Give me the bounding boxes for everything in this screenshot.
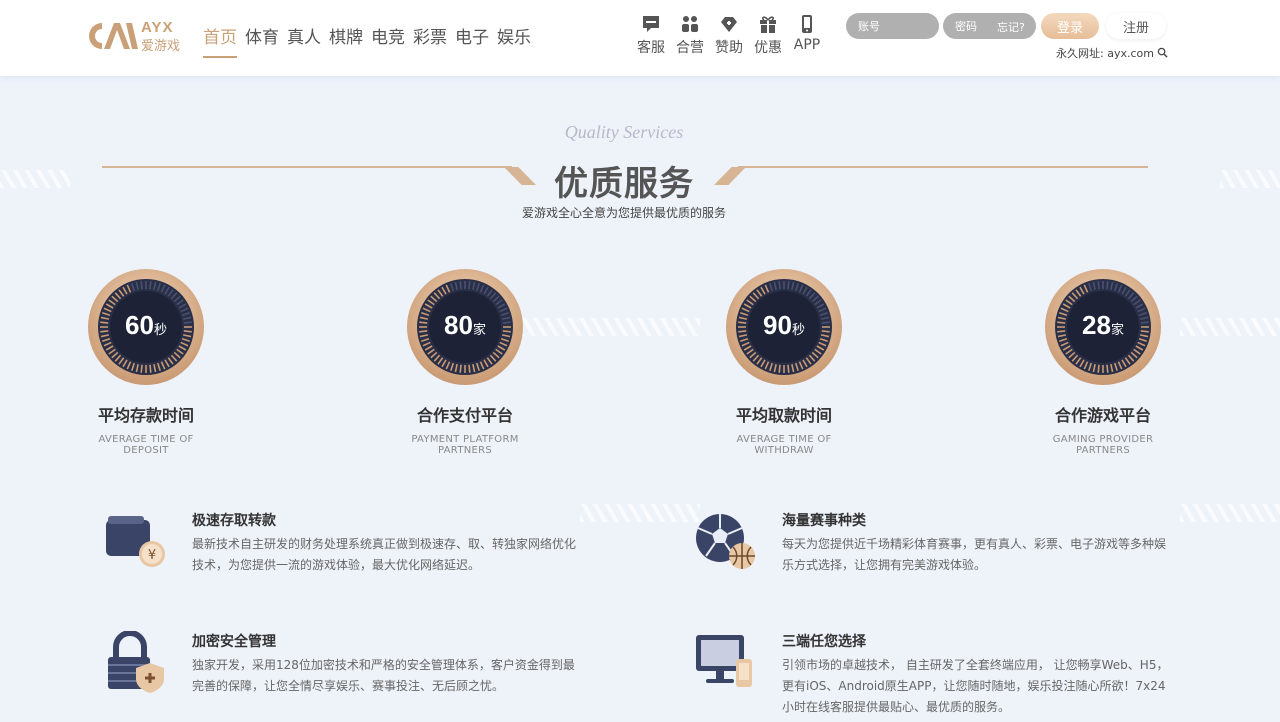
- stat-number: 60: [125, 310, 154, 340]
- quick-label: 赞助: [715, 40, 743, 56]
- stat-card: 90秒 平均取款时间 AVERAGE TIME OF WITHDRAW: [684, 268, 884, 456]
- section-script-title: Quality Services: [564, 122, 684, 142]
- search-icon: [1158, 47, 1169, 58]
- svg-text:¥: ¥: [148, 548, 156, 563]
- partner-icon: [682, 16, 698, 32]
- quick-label: 合营: [676, 40, 704, 56]
- nav-item-entertainment[interactable]: 娱乐: [497, 23, 531, 56]
- login-button[interactable]: 登录: [1041, 13, 1099, 39]
- gift-icon: [760, 16, 776, 33]
- sponsor-icon: [721, 17, 737, 32]
- logo-text-en: AYX: [141, 19, 174, 36]
- stat-value: 28家: [1044, 310, 1162, 341]
- stat-subtitle-en: AVERAGE TIME OF DEPOSIT: [98, 434, 194, 456]
- chat-icon: [643, 16, 659, 32]
- feature-title: 三端任您选择: [782, 634, 866, 650]
- stat-number: 80: [444, 310, 473, 340]
- nav-item-slots[interactable]: 电子: [455, 23, 489, 56]
- nav-item-chess[interactable]: 棋牌: [329, 23, 363, 56]
- logo-text-cn: 爱游戏: [141, 39, 181, 54]
- register-button[interactable]: 注册: [1106, 13, 1166, 39]
- feature-title: 海量赛事种类: [782, 513, 866, 529]
- nav-item-lottery[interactable]: 彩票: [413, 23, 447, 56]
- permanent-url[interactable]: 永久网址: ayx.com: [1056, 45, 1169, 61]
- stat-subtitle-en: PAYMENT PLATFORM PARTNERS: [411, 434, 519, 456]
- stat-unit: 秒: [153, 323, 167, 338]
- multi-device-icon: [696, 635, 752, 687]
- feature-description: 最新技术自主研发的财务处理系统真正做到极速存、取、转独家网络优化技术，为您提供一…: [192, 537, 577, 572]
- stat-dial: 60秒: [87, 268, 205, 386]
- nav-item-esports[interactable]: 电竞: [371, 23, 405, 56]
- stat-card: 80家 合作支付平台 PAYMENT PLATFORM PARTNERS: [365, 268, 565, 456]
- quick-label: 优惠: [754, 40, 782, 56]
- stat-value: 80家: [406, 310, 524, 341]
- nav-item-home[interactable]: 首页: [203, 23, 237, 58]
- login-form: 忘记? 登录 注册: [846, 13, 1166, 39]
- stat-card: 60秒 平均存款时间 AVERAGE TIME OF DEPOSIT: [46, 268, 246, 456]
- bg-stripe: [580, 504, 700, 522]
- sports-balls-icon: [696, 514, 755, 569]
- stat-unit: 秒: [791, 323, 805, 338]
- forgot-password-link[interactable]: 忘记?: [997, 19, 1025, 35]
- stat-title: 合作支付平台: [416, 406, 513, 425]
- quick-item-app[interactable]: APP: [792, 14, 822, 57]
- quick-item-promo[interactable]: 优惠: [753, 14, 783, 57]
- phone-icon: [802, 15, 812, 33]
- wallet-icon: ¥: [106, 516, 165, 567]
- feature-description: 每天为您提供近千场精彩体育赛事，更有真人、彩票、电子游戏等多种娱乐方式选择，让您…: [782, 537, 1167, 572]
- site-header: AYX 爱游戏 首页 体育 真人 棋牌 电竞 彩票 电子 娱乐 客服 合营 赞助…: [0, 0, 1280, 76]
- stat-title: 合作游戏平台: [1054, 406, 1151, 425]
- section-title: 优质服务: [554, 164, 694, 204]
- quick-item-partner[interactable]: 合营: [675, 14, 705, 57]
- logo-mark-icon: [89, 23, 138, 49]
- quick-links: 客服 合营 赞助 优惠 APP: [636, 14, 822, 57]
- stat-title: 平均存款时间: [97, 406, 194, 425]
- stat-unit: 家: [1110, 323, 1124, 338]
- stat-dial: 90秒: [725, 268, 843, 386]
- stat-unit: 家: [472, 323, 486, 338]
- permanent-url-text: 永久网址: ayx.com: [1056, 47, 1154, 60]
- bg-stripe: [1180, 504, 1280, 522]
- quick-label: APP: [793, 37, 821, 53]
- brand-logo[interactable]: AYX 爱游戏: [88, 19, 184, 54]
- main-nav: 首页 体育 真人 棋牌 电竞 彩票 电子 娱乐: [203, 23, 531, 58]
- nav-item-live[interactable]: 真人: [287, 23, 321, 56]
- quick-label: 客服: [637, 40, 665, 56]
- stat-dial: 28家: [1044, 268, 1162, 386]
- stat-value: 90秒: [725, 310, 843, 341]
- feature-title: 极速存取转款: [192, 513, 276, 529]
- account-input[interactable]: [846, 13, 939, 39]
- feature-title: 加密安全管理: [192, 634, 276, 650]
- stat-value: 60秒: [87, 310, 205, 341]
- stat-subtitle-en: AVERAGE TIME OF WITHDRAW: [736, 434, 832, 456]
- stat-number: 90: [763, 310, 792, 340]
- stat-dial: 80家: [406, 268, 524, 386]
- nav-item-sports[interactable]: 体育: [245, 23, 279, 56]
- stat-number: 28: [1082, 310, 1111, 340]
- section-subtitle: 爱游戏全心全意为您提供最优质的服务: [521, 206, 726, 220]
- stat-subtitle-en: GAMING PROVIDER PARTNERS: [1052, 434, 1154, 456]
- quick-item-service[interactable]: 客服: [636, 14, 666, 57]
- quick-item-sponsor[interactable]: 赞助: [714, 14, 744, 57]
- stat-card: 28家 合作游戏平台 GAMING PROVIDER PARTNERS: [1003, 268, 1203, 456]
- feature-description: 引领市场的卓越技术， 自主研发了全套终端应用， 让您畅享Web、H5，更有iOS…: [782, 658, 1169, 714]
- feature-description: 独家开发，采用128位加密技术和严格的安全管理体系，客户资金得到最完善的保障，让…: [192, 658, 575, 693]
- lock-shield-icon: [108, 631, 164, 693]
- stat-title: 平均取款时间: [735, 406, 832, 425]
